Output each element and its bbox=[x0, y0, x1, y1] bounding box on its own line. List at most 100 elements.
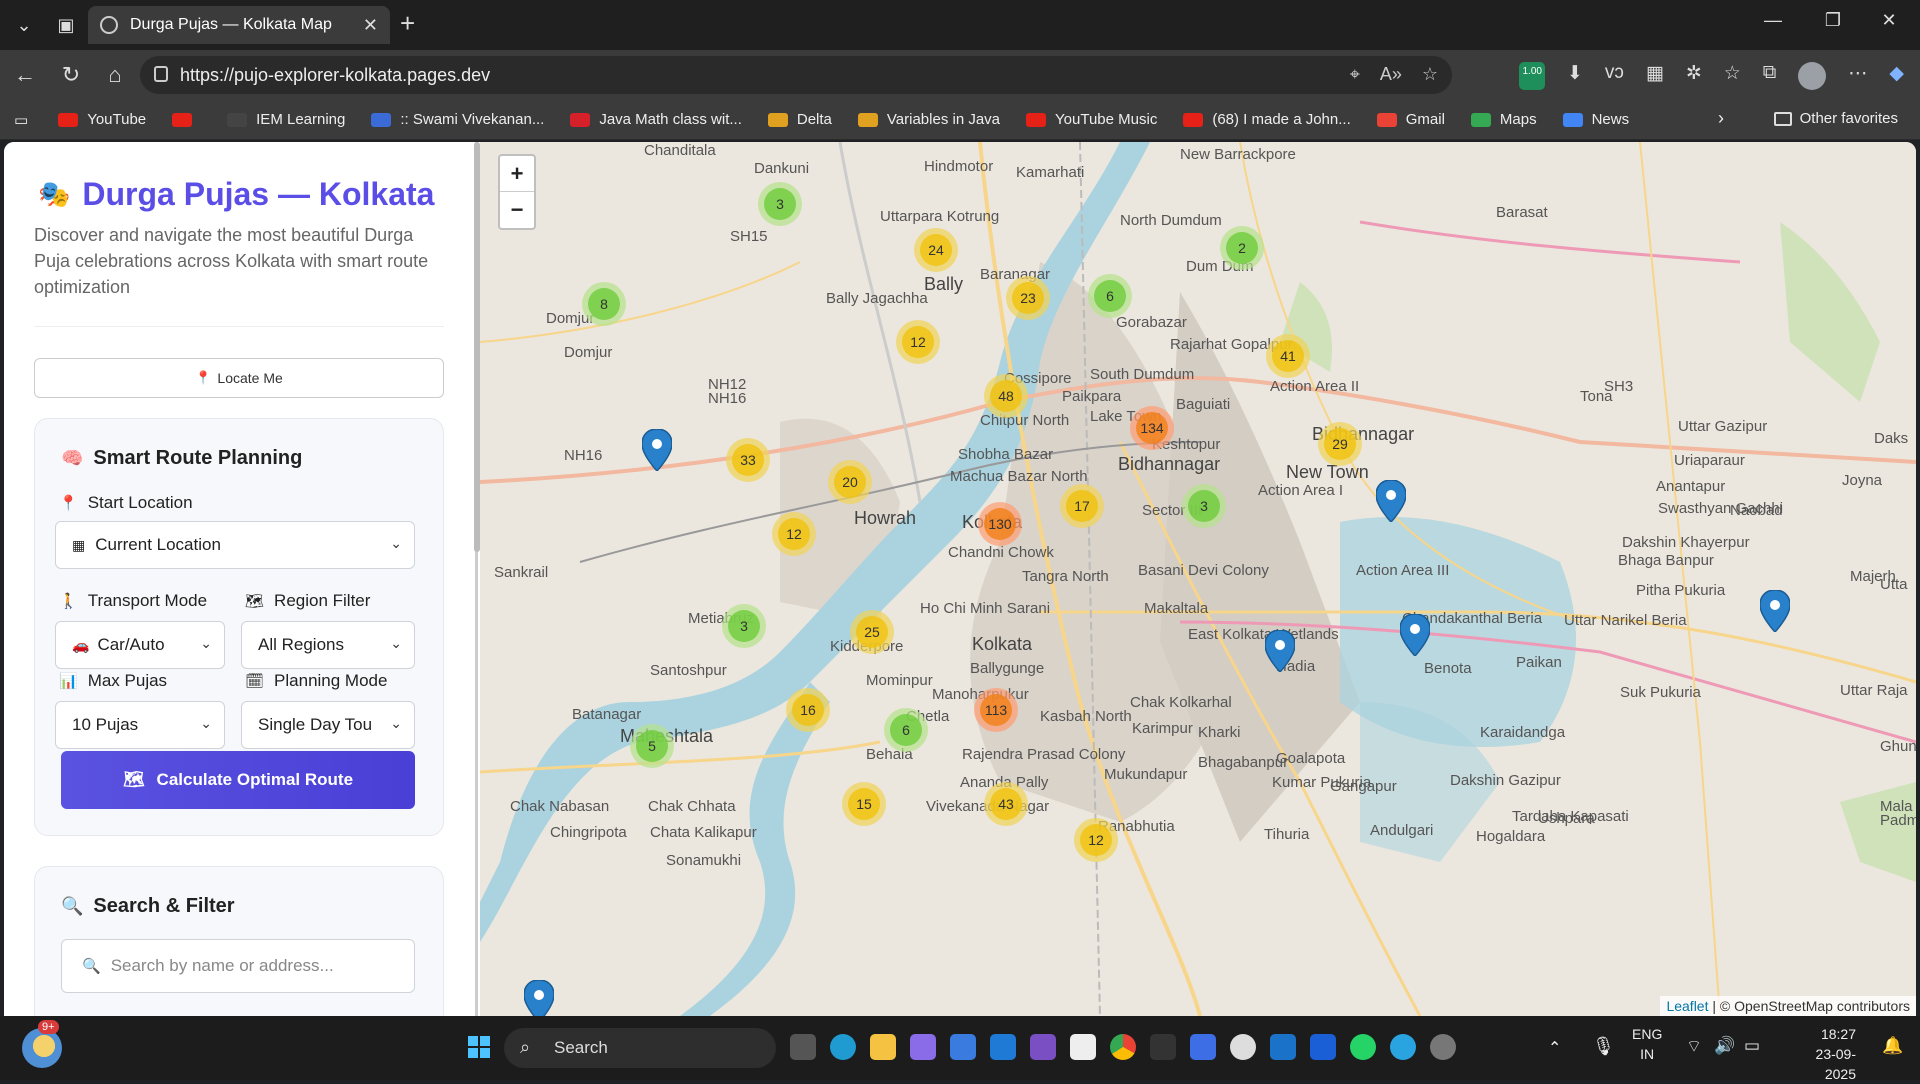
max-pujas-select[interactable]: 10 Pujas ⌄ bbox=[55, 701, 225, 749]
calculate-route-button[interactable]: 🗺 Calculate Optimal Route bbox=[61, 751, 415, 809]
marker-cluster[interactable]: 33 bbox=[726, 438, 770, 482]
marker-cluster[interactable]: 6 bbox=[1088, 274, 1132, 318]
profile-avatar[interactable] bbox=[1798, 62, 1827, 90]
marker-cluster[interactable]: 24 bbox=[914, 228, 958, 272]
bookmark-item[interactable]: YouTube Music bbox=[1026, 111, 1157, 128]
map-marker-icon[interactable] bbox=[1265, 630, 1295, 672]
map-marker-icon[interactable] bbox=[1376, 480, 1406, 522]
search-input[interactable]: 🔍 Search by name or address... bbox=[61, 939, 415, 993]
locate-me-button[interactable]: 📍 Locate Me bbox=[34, 358, 444, 398]
marker-cluster[interactable]: 3 bbox=[1182, 484, 1226, 528]
vscode-icon[interactable] bbox=[990, 1034, 1016, 1060]
marker-cluster[interactable]: 48 bbox=[984, 374, 1028, 418]
file-explorer-icon[interactable] bbox=[870, 1034, 896, 1060]
battery-icon[interactable]: ▭ bbox=[1744, 1036, 1760, 1056]
marker-cluster[interactable]: 5 bbox=[630, 724, 674, 768]
marker-cluster[interactable]: 12 bbox=[896, 320, 940, 364]
bookmark-item[interactable]: Maps bbox=[1470, 111, 1537, 128]
active-tab[interactable]: Durga Pujas — Kolkata Map ✕ bbox=[88, 6, 390, 44]
refresh-icon[interactable]: ↻ bbox=[56, 62, 86, 88]
transport-mode-select[interactable]: 🚗 Car/Auto ⌄ bbox=[55, 621, 225, 669]
bookmark-item[interactable]: Delta bbox=[767, 111, 832, 128]
workspaces-icon[interactable]: ▣ bbox=[46, 7, 86, 43]
new-tab-icon[interactable]: + bbox=[400, 8, 415, 39]
language-indicator[interactable]: ENG IN bbox=[1632, 1024, 1662, 1064]
map-marker-icon[interactable] bbox=[524, 980, 554, 1016]
notion-icon[interactable] bbox=[1070, 1034, 1096, 1060]
close-tab-icon[interactable]: ✕ bbox=[363, 15, 378, 36]
bookmark-item[interactable]: (68) I made a John... bbox=[1183, 111, 1351, 128]
clock[interactable]: 18:27 23-09-2025 bbox=[1786, 1024, 1856, 1084]
bookmark-item[interactable]: :: Swami Vivekanan... bbox=[371, 111, 544, 128]
marker-cluster[interactable]: 43 bbox=[984, 782, 1028, 826]
minimize-icon[interactable]: — bbox=[1750, 10, 1796, 31]
copilot-icon[interactable]: ◆ bbox=[1889, 62, 1904, 90]
volume-icon[interactable]: 🔊 bbox=[1714, 1036, 1735, 1056]
whatsapp-icon[interactable] bbox=[1350, 1034, 1376, 1060]
close-window-icon[interactable]: ✕ bbox=[1866, 10, 1912, 31]
planning-mode-select[interactable]: Single Day Tou ⌄ bbox=[241, 701, 415, 749]
address-bar[interactable]: https://pujo-explorer-kolkata.pages.dev … bbox=[140, 56, 1452, 94]
leaflet-link[interactable]: Leaflet bbox=[1666, 998, 1708, 1014]
bookmark-item[interactable]: Gmail bbox=[1376, 111, 1445, 128]
collections-icon[interactable]: ⧉ bbox=[1763, 62, 1777, 90]
vj-extension-icon[interactable]: vɔ bbox=[1605, 62, 1624, 90]
map-marker-icon[interactable] bbox=[1760, 590, 1790, 632]
bookmark-item[interactable]: News bbox=[1562, 111, 1629, 128]
chrome-icon[interactable] bbox=[1110, 1034, 1136, 1060]
marker-cluster[interactable]: 130 bbox=[978, 502, 1022, 546]
sidebar-toggle-icon[interactable]: ▭ bbox=[14, 111, 28, 129]
app-icon[interactable] bbox=[1430, 1034, 1456, 1060]
site-info-icon[interactable] bbox=[154, 66, 168, 82]
bookmark-item[interactable]: Variables in Java bbox=[857, 111, 1000, 128]
more-menu-icon[interactable]: ⋯ bbox=[1848, 62, 1867, 90]
weather-icon[interactable] bbox=[22, 1028, 62, 1068]
notifications-icon[interactable]: 🔔 bbox=[1882, 1036, 1903, 1056]
wifi-icon[interactable]: ⌔ bbox=[1686, 1036, 1702, 1057]
location-icon[interactable]: ⌖ bbox=[1350, 64, 1360, 85]
marker-cluster[interactable]: 41 bbox=[1266, 334, 1310, 378]
outlook-icon[interactable] bbox=[1270, 1034, 1296, 1060]
bookmark-item[interactable]: Java Math class wit... bbox=[570, 111, 742, 128]
telegram-icon[interactable] bbox=[1390, 1034, 1416, 1060]
task-view-icon[interactable] bbox=[790, 1034, 816, 1060]
marker-cluster[interactable]: 6 bbox=[884, 708, 928, 752]
show-hidden-icons-icon[interactable]: ⌃ bbox=[1548, 1038, 1561, 1058]
favorites-icon[interactable]: ☆ bbox=[1724, 62, 1741, 90]
marker-cluster[interactable]: 20 bbox=[828, 460, 872, 504]
marker-cluster[interactable]: 15 bbox=[842, 782, 886, 826]
back-icon[interactable]: ← bbox=[10, 62, 40, 88]
marker-cluster[interactable]: 8 bbox=[582, 282, 626, 326]
marker-cluster[interactable]: 23 bbox=[1006, 276, 1050, 320]
marker-cluster[interactable]: 12 bbox=[772, 512, 816, 556]
zoom-out-button[interactable]: − bbox=[500, 192, 534, 228]
extension-icon[interactable]: ▦ bbox=[1646, 62, 1664, 90]
lens-icon[interactable] bbox=[1310, 1034, 1336, 1060]
bookmark-item[interactable]: IEM Learning bbox=[227, 111, 345, 128]
region-filter-select[interactable]: All Regions ⌄ bbox=[241, 621, 415, 669]
download-icon[interactable]: ⬇ bbox=[1567, 62, 1583, 90]
app-icon[interactable] bbox=[1190, 1034, 1216, 1060]
marker-cluster[interactable]: 17 bbox=[1060, 484, 1104, 528]
favorite-star-icon[interactable]: ☆ bbox=[1422, 64, 1438, 85]
store-icon[interactable] bbox=[950, 1034, 976, 1060]
start-icon[interactable] bbox=[468, 1036, 490, 1058]
map-marker-icon[interactable] bbox=[642, 429, 672, 471]
other-favorites[interactable]: Other favorites bbox=[1773, 110, 1898, 127]
home-icon[interactable]: ⌂ bbox=[100, 62, 130, 88]
copilot-app-icon[interactable] bbox=[910, 1034, 936, 1060]
zoom-in-button[interactable]: + bbox=[500, 156, 534, 192]
marker-cluster[interactable]: 134 bbox=[1130, 406, 1174, 450]
taskbar-search[interactable]: ⌕ Search bbox=[504, 1028, 776, 1068]
marker-cluster[interactable]: 12 bbox=[1074, 818, 1118, 862]
read-aloud-icon[interactable]: A» bbox=[1380, 64, 1402, 85]
marker-cluster[interactable]: 25 bbox=[850, 610, 894, 654]
github-icon[interactable] bbox=[1230, 1034, 1256, 1060]
marker-cluster[interactable]: 113 bbox=[974, 688, 1018, 732]
edge-icon[interactable] bbox=[830, 1034, 856, 1060]
marker-cluster[interactable]: 3 bbox=[758, 182, 802, 226]
map-view[interactable]: Chanditala Dankuni Hindmotor Kamarhati New B… bbox=[480, 142, 1916, 1016]
microphone-icon[interactable]: 🎙 bbox=[1592, 1036, 1615, 1057]
tab-actions-chevron-icon[interactable]: ⌄ bbox=[4, 7, 44, 43]
marker-cluster[interactable]: 3 bbox=[722, 604, 766, 648]
